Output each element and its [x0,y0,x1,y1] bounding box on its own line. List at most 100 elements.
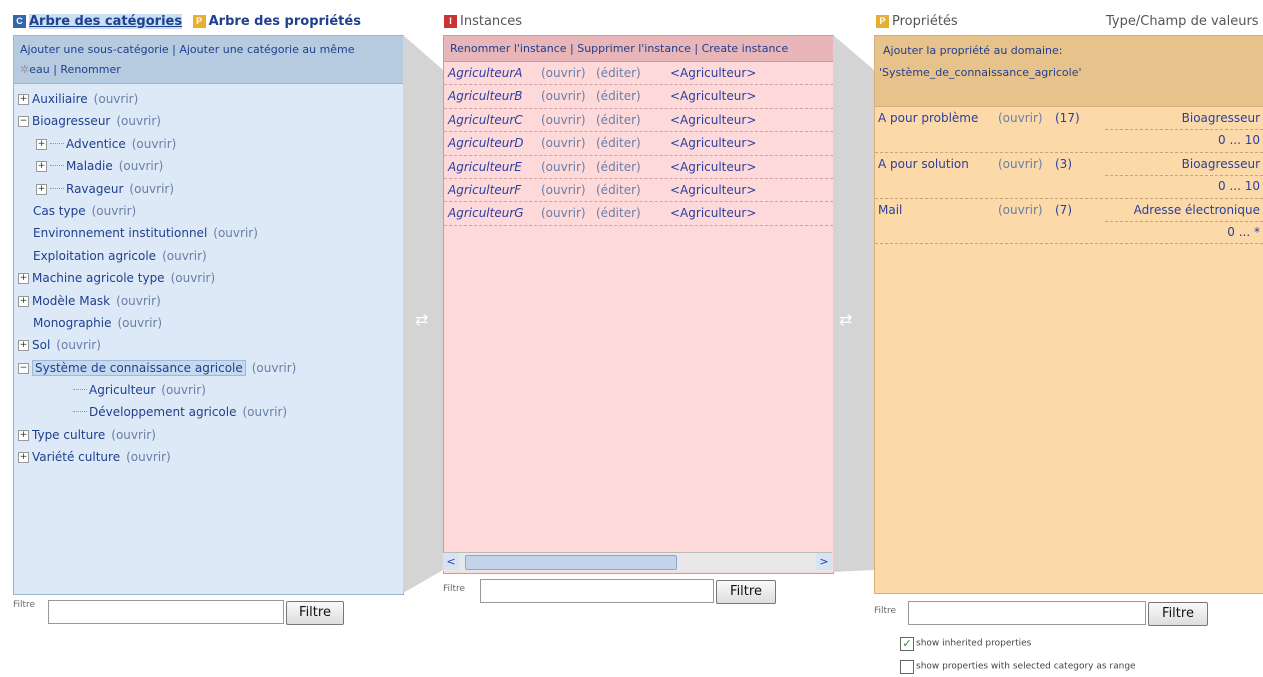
category-actions-line2-text[interactable]: eau | Renommer [29,63,121,76]
scroll-right-icon[interactable]: > [816,553,832,570]
show-range-option[interactable]: show properties with selected category a… [900,659,1136,674]
collapse-icon[interactable]: − [18,362,29,374]
tab-category-tree[interactable]: C Arbre des catégories [13,14,183,29]
instance-filter-input[interactable] [480,579,714,603]
tree-node[interactable]: + Sol (ouvrir) [18,334,403,356]
property-row[interactable]: A pour problème (ouvrir) (17) Bioagresseur [875,107,1263,129]
tree-node[interactable]: Cas type (ouvrir) [18,200,403,222]
instance-class-link[interactable]: <Agriculteur> [670,62,756,84]
expand-icon[interactable]: + [18,429,29,441]
tree-node-label[interactable]: Sol [32,338,50,352]
instance-class-link[interactable]: <Agriculteur> [670,109,756,131]
instance-class-link[interactable]: <Agriculteur> [670,85,756,107]
instances-horizontal-scrollbar[interactable]: < > [443,552,832,571]
property-range[interactable]: Bioagresseur [1182,153,1260,175]
tree-node-open-link[interactable]: (ouvrir) [119,159,164,173]
expand-icon[interactable]: + [18,94,29,105]
instance-edit-link[interactable]: (éditer) [596,85,641,107]
tree-node[interactable]: + Machine agricole type (ouvrir) [18,267,403,289]
tree-node-open-link[interactable]: (ouvrir) [94,92,139,106]
property-range[interactable]: Bioagresseur [1182,107,1260,129]
instance-row[interactable]: AgriculteurA (ouvrir) (éditer) <Agriculteur… [444,62,833,86]
instance-name[interactable]: AgriculteurG [448,202,524,224]
tree-node[interactable]: + Variété culture (ouvrir) [18,446,403,468]
instance-class-link[interactable]: <Agriculteur> [670,202,756,224]
scroll-left-icon[interactable]: < [443,553,459,570]
instance-class-link[interactable]: <Agriculteur> [670,132,756,154]
tree-node-open-link[interactable]: (ouvrir) [116,114,161,128]
tree-node-label[interactable]: Ravageur [66,182,123,196]
property-open-link[interactable]: (ouvrir) [998,107,1043,129]
tree-node-label[interactable]: Cas type [33,204,86,218]
instance-edit-link[interactable]: (éditer) [596,132,641,154]
show-inherited-checkbox[interactable]: ✓ [900,636,914,651]
tree-node-label[interactable]: Agriculteur [89,383,155,397]
category-actions-line2[interactable]: ✲eau | Renommer [20,60,397,80]
tree-node-label[interactable]: Maladie [66,159,113,173]
tree-node-open-link[interactable]: (ouvrir) [252,361,297,375]
add-property-link[interactable]: Ajouter la propriété au domaine: [879,40,1255,62]
tree-node[interactable]: − Système de connaissance agricole (ouvrir… [18,357,403,379]
tree-node-open-link[interactable]: (ouvrir) [162,249,207,263]
tree-node-open-link[interactable]: (ouvrir) [213,226,258,240]
instance-edit-link[interactable]: (éditer) [596,179,641,201]
instance-name[interactable]: AgriculteurB [448,85,523,107]
tree-node-label[interactable]: Exploitation agricole [33,249,156,263]
instance-edit-link[interactable]: (éditer) [596,62,641,84]
collapse-icon[interactable]: − [18,116,29,128]
tree-node[interactable]: + Maladie (ouvrir) [18,155,403,177]
category-filter-button[interactable]: Filtre [286,601,344,625]
tree-node-label[interactable]: Auxiliaire [32,92,88,106]
instance-edit-link[interactable]: (éditer) [596,202,641,224]
tree-node-label[interactable]: Système de connaissance agricole [32,359,246,376]
tree-node-label[interactable]: Développement agricole [89,405,237,419]
instance-open-link[interactable]: (ouvrir) [541,85,586,107]
tree-node-open-link[interactable]: (ouvrir) [161,383,206,397]
tree-node[interactable]: Monographie (ouvrir) [18,312,403,334]
tree-node-open-link[interactable]: (ouvrir) [56,338,101,352]
instance-name[interactable]: AgriculteurA [448,62,522,84]
instance-row[interactable]: AgriculteurD (ouvrir) (éditer) <Agriculteur… [444,132,833,156]
instance-actions[interactable]: Renommer l'instance | Supprimer l'instan… [444,36,833,62]
tree-node-open-link[interactable]: (ouvrir) [111,428,156,442]
expand-icon[interactable]: + [18,452,29,464]
property-row[interactable]: Mail (ouvrir) (7) Adresse électronique [875,197,1263,221]
tree-node-open-link[interactable]: (ouvrir) [171,271,216,285]
instance-filter-button[interactable]: Filtre [716,580,776,604]
expand-icon[interactable]: + [36,183,47,195]
tree-node-label[interactable]: Environnement institutionnel [33,226,207,240]
tree-node[interactable]: + Modèle Mask (ouvrir) [18,290,403,312]
property-filter-input[interactable] [908,601,1146,625]
tree-node[interactable]: + Type culture (ouvrir) [18,424,403,446]
tree-node-open-link[interactable]: (ouvrir) [129,182,174,196]
tree-node-label[interactable]: Machine agricole type [32,271,165,285]
tree-node-label[interactable]: Type culture [32,428,105,442]
tree-node-label[interactable]: Variété culture [32,450,120,464]
instance-row[interactable]: AgriculteurF (ouvrir) (éditer) <Agriculteur… [444,179,833,203]
tree-node-open-link[interactable]: (ouvrir) [92,204,137,218]
instance-row[interactable]: AgriculteurB (ouvrir) (éditer) <Agriculteur… [444,85,833,109]
property-open-link[interactable]: (ouvrir) [998,199,1043,221]
tree-node[interactable]: Agriculteur (ouvrir) [18,379,403,401]
property-row[interactable]: A pour solution (ouvrir) (3) Bioagresseur [875,151,1263,175]
instance-name[interactable]: AgriculteurD [448,132,524,154]
tree-node-open-link[interactable]: (ouvrir) [116,294,161,308]
tree-node[interactable]: Exploitation agricole (ouvrir) [18,245,403,267]
instance-class-link[interactable]: <Agriculteur> [670,156,756,178]
tree-node-label[interactable]: Bioagresseur [32,114,110,128]
tree-node-open-link[interactable]: (ouvrir) [243,405,288,419]
show-inherited-option[interactable]: ✓ show inherited properties [900,636,1031,651]
tree-node-open-link[interactable]: (ouvrir) [126,450,171,464]
property-open-link[interactable]: (ouvrir) [998,153,1043,175]
category-actions-line1[interactable]: Ajouter une sous-catégorie | Ajouter une… [20,40,397,60]
property-range[interactable]: Adresse électronique [1134,199,1260,221]
property-name[interactable]: Mail [878,199,902,221]
property-name[interactable]: A pour solution [878,153,969,175]
instance-edit-link[interactable]: (éditer) [596,109,641,131]
scrollbar-thumb[interactable] [465,555,677,570]
tree-node-label[interactable]: Modèle Mask [32,294,110,308]
tree-node-label[interactable]: Monographie [33,316,112,330]
tree-node-label[interactable]: Adventice [66,137,126,151]
instance-open-link[interactable]: (ouvrir) [541,202,586,224]
tree-node-open-link[interactable]: (ouvrir) [132,137,177,151]
